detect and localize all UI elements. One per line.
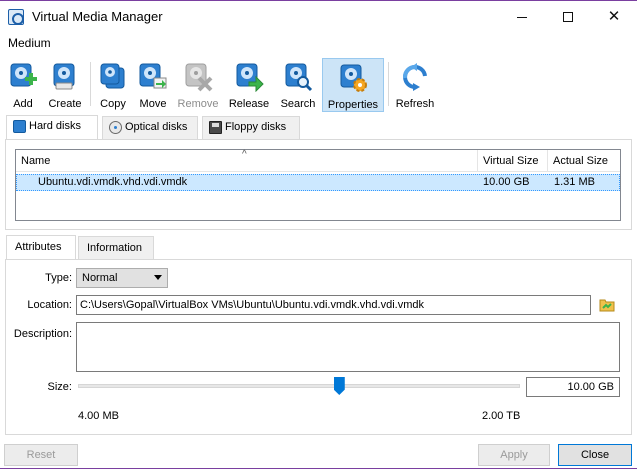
size-slider-track[interactable] <box>78 384 520 388</box>
create-disk-icon <box>53 63 75 90</box>
copy-disk-icon <box>100 63 125 89</box>
move-disk-icon <box>139 63 167 89</box>
tab-floppy-disks-label: Floppy disks <box>225 121 287 133</box>
minimize-button[interactable] <box>499 1 545 32</box>
type-combobox[interactable]: Normal <box>76 268 168 288</box>
remove-button[interactable]: Remove <box>176 58 220 112</box>
move-button[interactable]: Move <box>134 58 172 112</box>
close-button[interactable]: Close <box>558 444 632 466</box>
size-max-label: 2.00 TB <box>482 410 521 422</box>
create-button[interactable]: Create <box>44 58 86 112</box>
optical-disk-icon <box>109 121 122 134</box>
sort-arrow-icon: ^ <box>242 149 247 160</box>
tab-attributes[interactable]: Attributes <box>6 235 76 260</box>
menu-medium[interactable]: Medium <box>8 36 51 50</box>
list-header: Name ^ Virtual Size Actual Size <box>16 149 620 172</box>
column-header-virtual-size[interactable]: Virtual Size <box>478 150 548 172</box>
close-icon: ✕ <box>607 8 621 25</box>
refresh-label: Refresh <box>395 98 435 110</box>
release-label: Release <box>228 98 270 110</box>
choose-folder-icon[interactable] <box>599 297 615 312</box>
size-min-label: 4.00 MB <box>78 410 119 422</box>
refresh-icon <box>402 63 427 91</box>
description-label: Description: <box>13 328 72 340</box>
maximize-button[interactable] <box>545 1 591 32</box>
properties-button[interactable]: Properties <box>322 58 384 112</box>
media-type-tabs: Hard disks Optical disks Floppy disks <box>0 115 637 140</box>
window-bottom-border <box>0 468 637 472</box>
type-label: Type: <box>45 272 72 284</box>
copy-button[interactable]: Copy <box>94 58 132 112</box>
refresh-button[interactable]: Refresh <box>392 58 438 112</box>
reset-button[interactable]: Reset <box>4 444 78 466</box>
close-window-button[interactable]: ✕ <box>591 1 637 32</box>
add-disk-icon <box>10 63 37 87</box>
toolbar-separator <box>388 62 389 106</box>
row-virtual-size: 10.00 GB <box>483 176 530 188</box>
media-list[interactable]: Name ^ Virtual Size Actual Size Ubuntu.v… <box>15 149 621 221</box>
copy-label: Copy <box>100 98 126 110</box>
size-field[interactable]: 10.00 GB <box>526 377 620 397</box>
add-label: Add <box>13 98 33 110</box>
detail-tabs: Attributes Information <box>0 235 637 260</box>
move-label: Move <box>139 98 167 110</box>
tab-optical-disks[interactable]: Optical disks <box>102 116 198 139</box>
tab-hard-disks[interactable]: Hard disks <box>6 115 98 140</box>
menu-bar: Medium <box>0 32 637 54</box>
tab-optical-disks-label: Optical disks <box>125 121 188 133</box>
remove-label: Remove <box>177 98 219 110</box>
title-bar: Virtual Media Manager ✕ <box>0 0 637 32</box>
location-field[interactable]: C:\Users\Gopal\VirtualBox VMs\Ubuntu\Ubu… <box>76 295 591 315</box>
toolbar: Add Create Copy Move Remove Release Sear… <box>0 56 637 114</box>
properties-label: Properties <box>327 99 379 111</box>
minimize-icon <box>517 16 527 18</box>
virtualbox-app-icon <box>8 9 24 25</box>
maximize-icon <box>563 12 573 23</box>
tab-information[interactable]: Information <box>78 236 154 259</box>
column-name-label: Name <box>21 155 51 167</box>
size-label: Size: <box>47 381 72 393</box>
description-field[interactable] <box>76 322 620 372</box>
tab-floppy-disks[interactable]: Floppy disks <box>202 116 300 139</box>
window-title: Virtual Media Manager <box>32 9 163 24</box>
column-header-name[interactable]: Name ^ <box>16 149 478 172</box>
properties-disk-icon <box>340 64 367 92</box>
media-list-panel: Name ^ Virtual Size Actual Size Ubuntu.v… <box>5 139 632 230</box>
location-label: Location: <box>27 299 72 311</box>
floppy-disk-icon <box>209 121 222 134</box>
search-label: Search <box>280 98 316 110</box>
toolbar-separator <box>90 62 91 106</box>
hard-disk-icon <box>13 120 26 133</box>
column-header-actual-size[interactable]: Actual Size <box>548 150 620 172</box>
create-label: Create <box>48 98 82 110</box>
add-button[interactable]: Add <box>4 58 42 112</box>
remove-disk-icon <box>185 63 213 92</box>
table-row[interactable]: Ubuntu.vdi.vmdk.vhd.vdi.vmdk 10.00 GB 1.… <box>16 174 620 191</box>
release-button[interactable]: Release <box>226 58 272 112</box>
type-value: Normal <box>82 272 118 284</box>
release-disk-icon <box>236 63 264 92</box>
row-actual-size: 1.31 MB <box>554 176 595 188</box>
search-button[interactable]: Search <box>278 58 318 112</box>
row-name: Ubuntu.vdi.vmdk.vhd.vdi.vmdk <box>38 176 188 188</box>
search-disk-icon <box>285 63 313 92</box>
apply-button[interactable]: Apply <box>478 444 550 466</box>
chevron-down-icon <box>154 275 162 280</box>
tab-hard-disks-label: Hard disks <box>29 120 81 132</box>
